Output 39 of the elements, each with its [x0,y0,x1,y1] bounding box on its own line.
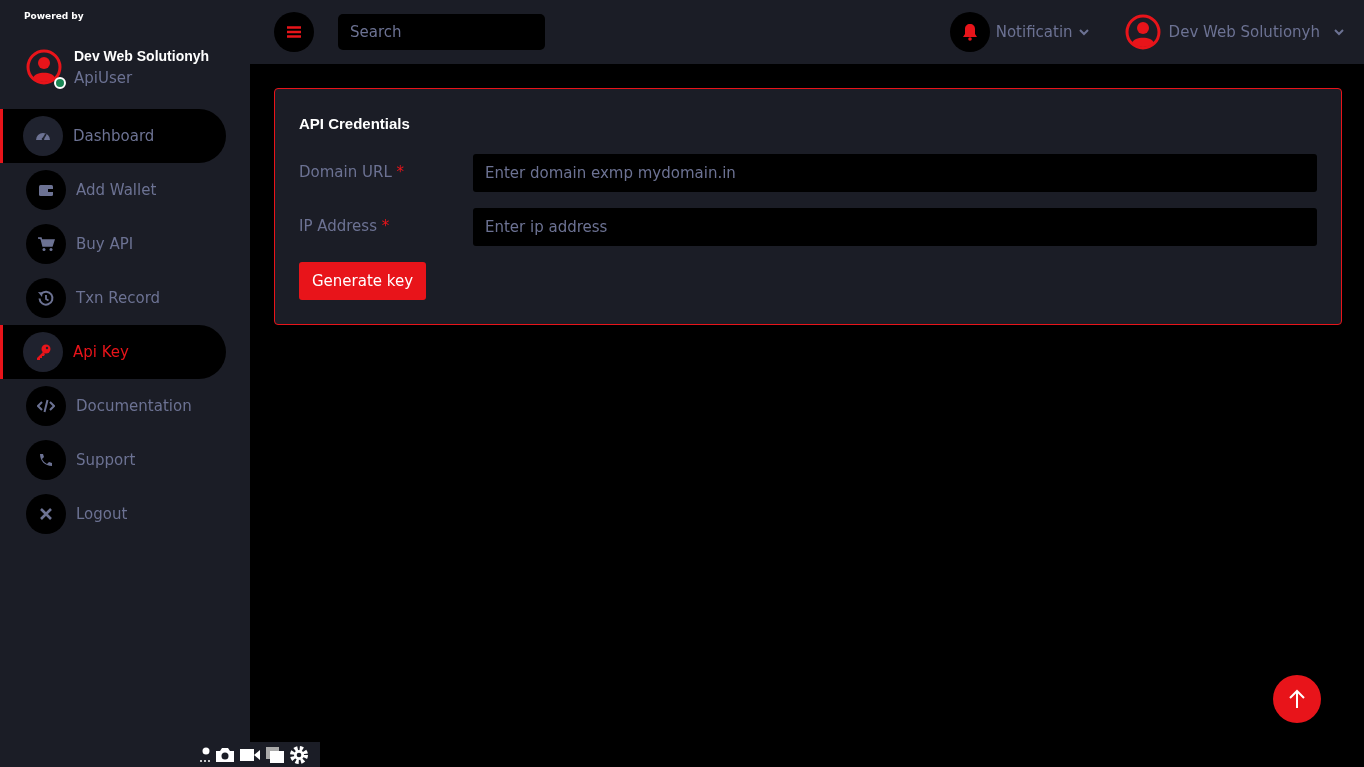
field-label: IP Address * [299,216,391,238]
notifications-button[interactable]: Notificatin [949,12,1089,52]
cart-icon [37,235,55,253]
chevron-down-icon [1078,28,1089,36]
user-role: ApiUser [74,67,134,89]
sidebar-item[interactable]: Buy API [0,217,226,271]
field-label: Domain URL * [299,162,405,184]
search-field[interactable]: Search [338,14,545,50]
sidebar-item[interactable]: Support [0,433,226,487]
sidebar-item[interactable]: Api Key [0,325,226,379]
pin-icon[interactable] [199,745,211,764]
menu-button[interactable] [274,12,314,52]
code-icon [37,397,55,415]
generate-key-button[interactable]: Generate key [299,261,427,300]
input-field[interactable]: Enter ip address [473,207,1317,246]
menu-icon [287,26,301,38]
sidebar-item[interactable]: Dashboard [0,109,226,163]
key-icon [34,343,52,361]
bell-icon [961,23,978,41]
powered-by-text: Powered by [23,10,85,23]
windows-icon[interactable] [265,745,285,764]
avatar-icon [1124,14,1161,50]
avatar-icon [26,49,62,86]
history-icon [37,289,55,307]
phone-icon [37,451,55,469]
camera-icon[interactable] [215,746,235,763]
sidebar-item[interactable]: Txn Record [0,271,226,325]
account-menu-button[interactable]: Dev Web Solutionyh [1124,14,1344,50]
video-camera-icon[interactable] [239,746,261,763]
sidebar-item[interactable]: Add Wallet [0,163,226,217]
settings-icon[interactable] [289,744,309,765]
arrow-up-icon [1288,689,1306,709]
sidebar-item[interactable]: Logout [0,487,226,541]
input-field[interactable]: Enter domain exmp mydomain.in [473,153,1317,192]
card-title: API Credentials [299,114,411,134]
sidebar-item[interactable]: Documentation [0,379,226,433]
chevron-down-icon [1334,28,1344,36]
scroll-to-top-button[interactable] [1273,675,1321,723]
user-name: Dev Web Solutionyh [74,46,210,66]
